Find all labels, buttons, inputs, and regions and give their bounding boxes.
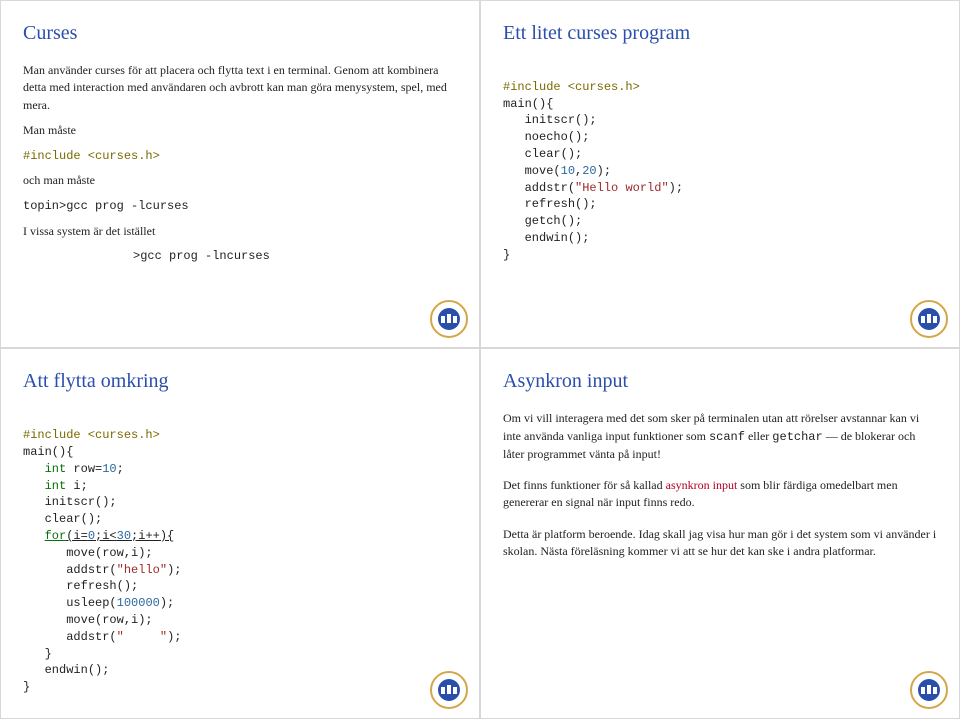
logo-icon: [429, 299, 469, 339]
text-async-1: Om vi vill interagera med det som sker p…: [503, 410, 937, 463]
panel-move-around: Att flytta omkring #include <curses.h> m…: [0, 348, 480, 719]
text-intro: Man använder curses för att placera och …: [23, 62, 457, 114]
panel-little-program: Ett litet curses program #include <curse…: [480, 0, 960, 348]
code-compile: topin>gcc prog -lcurses: [23, 198, 457, 215]
code-compile-alt: >gcc prog -lncurses: [133, 248, 457, 265]
title-move: Att flytta omkring: [23, 367, 457, 396]
title-curses: Curses: [23, 19, 457, 48]
text-async-3: Detta är platform beroende. Idag skall j…: [503, 526, 937, 561]
logo-icon: [909, 299, 949, 339]
panel-async-input: Asynkron input Om vi vill interagera med…: [480, 348, 960, 719]
text-some-systems: I vissa system är det istället: [23, 223, 457, 240]
logo-icon: [429, 670, 469, 710]
logo-icon: [909, 670, 949, 710]
title-async: Asynkron input: [503, 367, 937, 396]
text-async-2: Det finns funktioner för så kallad asynk…: [503, 477, 937, 512]
code-include: #include <curses.h>: [23, 148, 457, 165]
code-program: #include <curses.h> main(){ initscr(); n…: [503, 62, 937, 264]
text-and-must: och man måste: [23, 172, 457, 189]
panel-curses: Curses Man använder curses för att place…: [0, 0, 480, 348]
title-program: Ett litet curses program: [503, 19, 937, 48]
code-move: #include <curses.h> main(){ int row=10; …: [23, 410, 457, 696]
text-must: Man måste: [23, 122, 457, 139]
